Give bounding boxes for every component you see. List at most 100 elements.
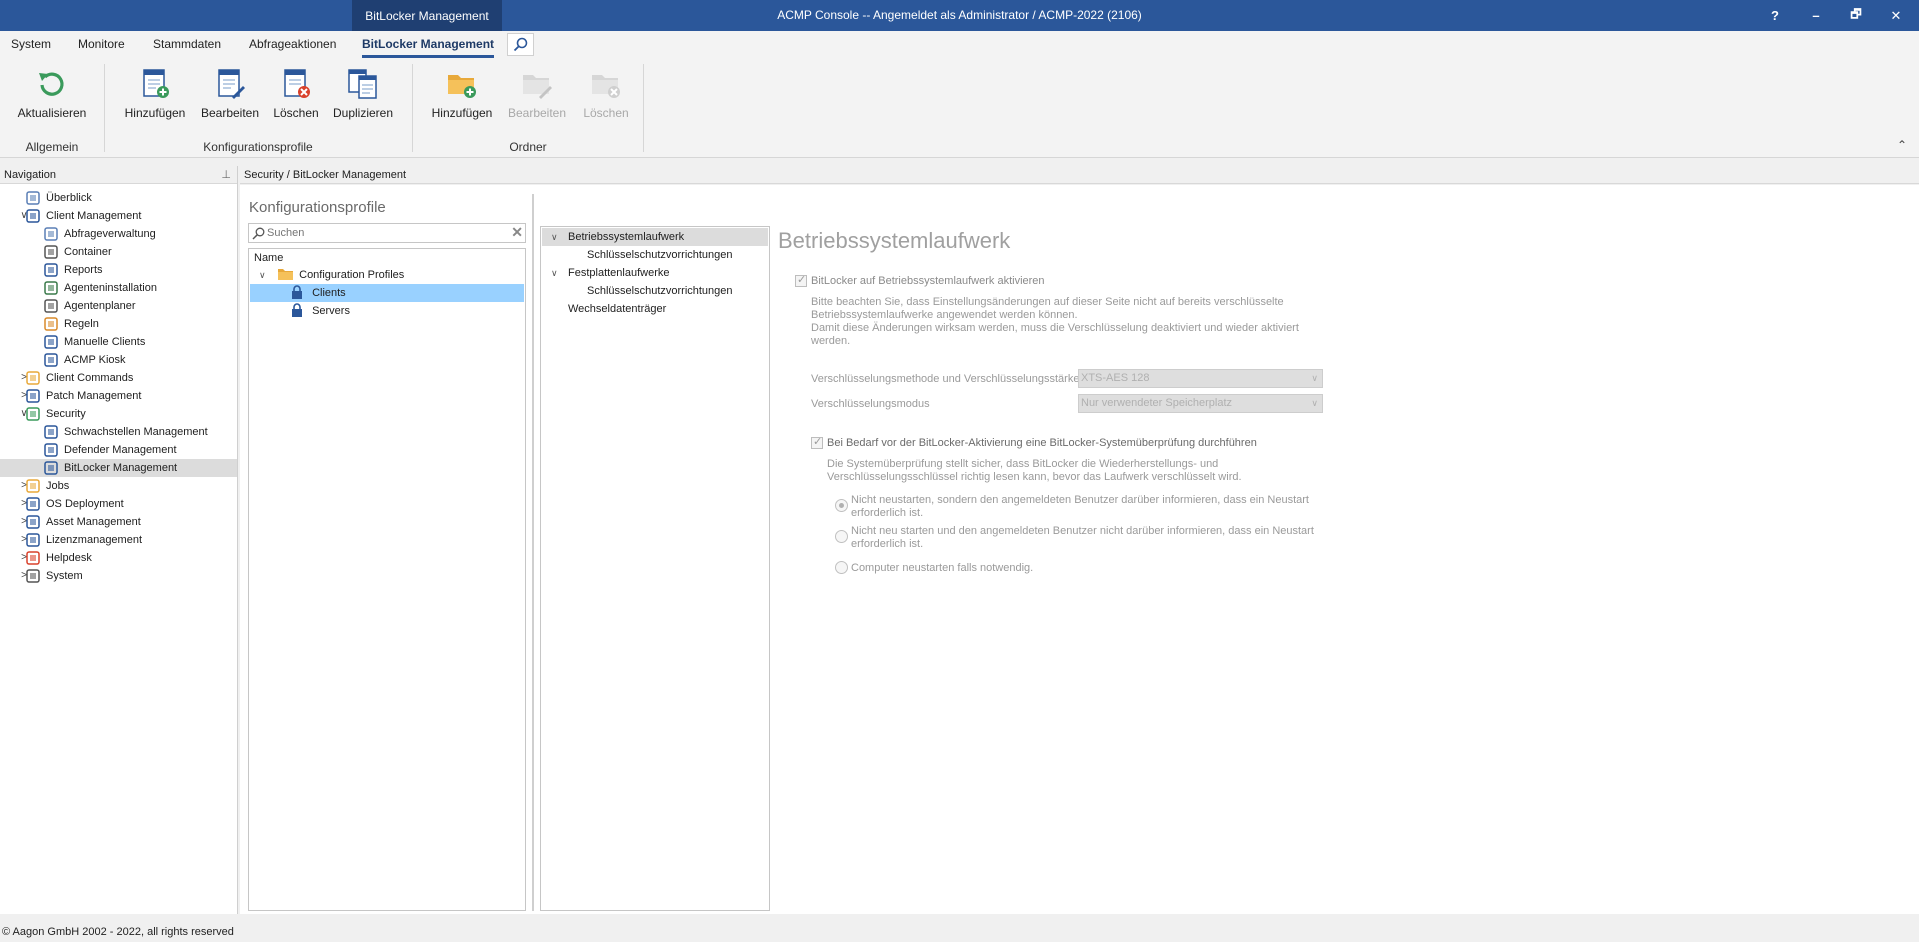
sidebar-item-label: Schwachstellen Management xyxy=(64,426,208,438)
sidebar-item-asset-management[interactable]: > Asset Management xyxy=(21,513,141,531)
tree-item-configuration-profiles[interactable]: ∨ Configuration Profiles xyxy=(259,266,404,284)
chevron-down-icon[interactable]: ∨ xyxy=(551,264,568,282)
ribbon-search-button[interactable] xyxy=(507,33,534,56)
sidebar-item-label: Client Management xyxy=(46,210,142,222)
sidebar-item-os-deployment[interactable]: > OS Deployment xyxy=(21,495,124,513)
settings-item-festplattenlaufwerke[interactable]: ∨ Festplattenlaufwerke xyxy=(551,264,670,282)
sidebar-item-helpdesk[interactable]: > Helpdesk xyxy=(21,549,92,567)
profile-search-box[interactable]: ✕ xyxy=(248,223,526,243)
radio-restart-if-needed[interactable] xyxy=(835,561,848,574)
sidebar-item-acmp-kiosk[interactable]: ACMP Kiosk xyxy=(44,351,126,369)
profiles-tree: Name ∨ Configuration Profiles Clients Se… xyxy=(248,248,526,911)
sidebar-item-label: Agenteninstallation xyxy=(64,282,157,294)
duplicate-icon xyxy=(347,68,379,100)
radio-no-restart-no-inform[interactable] xyxy=(835,530,848,543)
help-button[interactable]: ? xyxy=(1755,0,1795,31)
enable-bitlocker-label: BitLocker auf Betriebssystemlaufwerk akt… xyxy=(811,275,1045,287)
sidebar-item-abfrageverwaltung[interactable]: Abfrageverwaltung xyxy=(44,225,156,243)
tree-item-label: Configuration Profiles xyxy=(299,269,405,281)
container-icon xyxy=(44,245,58,259)
settings-item-wechseldatentraeger[interactable]: Wechseldatenträger xyxy=(568,300,666,318)
folder-icon xyxy=(278,269,294,280)
close-button[interactable]: ✕ xyxy=(1876,0,1916,31)
note-text: Bitte beachten Sie, dass Einstellungsänd… xyxy=(811,296,1299,348)
settings-item-betriebssystemlaufwerk[interactable]: ∨ Betriebssystemlaufwerk xyxy=(551,228,684,246)
menu-tabs: System Monitore Stammdaten Abfrageaktion… xyxy=(0,31,1919,58)
profile-add-label: Hinzufügen xyxy=(124,106,186,120)
sidebar-item-agentenplaner[interactable]: Agentenplaner xyxy=(44,297,136,315)
collapse-ribbon-button[interactable]: ⌃ xyxy=(1897,138,1907,152)
search-input[interactable] xyxy=(267,225,505,241)
sidebar-item-client-commands[interactable]: > Client Commands xyxy=(21,369,134,387)
restore-button[interactable]: 🗗 xyxy=(1836,0,1876,31)
sidebar-item-system[interactable]: > System xyxy=(21,567,83,585)
chevron-down-icon[interactable]: ∨ xyxy=(551,228,568,246)
radio-no-restart-inform-label: Nicht neustarten, sondern den angemeldet… xyxy=(851,494,1309,520)
sidebar-item-client-management[interactable]: ∨ Client Management xyxy=(20,207,142,225)
ribbon-separator xyxy=(104,64,105,152)
sidebar-item-überblick[interactable]: Überblick xyxy=(26,189,92,207)
radio-no-restart-inform[interactable] xyxy=(835,499,848,512)
sidebar-item-regeln[interactable]: Regeln xyxy=(44,315,99,333)
clear-search-icon[interactable]: ✕ xyxy=(511,224,523,241)
sidebar-item-manuelle-clients[interactable]: Manuelle Clients xyxy=(44,333,145,351)
chevron-down-icon[interactable]: ∨ xyxy=(259,266,271,284)
profile-delete-button[interactable]: Löschen xyxy=(268,68,324,128)
lock-icon xyxy=(44,461,58,475)
sidebar-item-lizenzmanagement[interactable]: > Lizenzmanagement xyxy=(21,531,142,549)
sidebar-item-schwachstellen-management[interactable]: Schwachstellen Management xyxy=(44,423,208,441)
defender-icon xyxy=(44,443,58,457)
sidebar-item-bitlocker-management[interactable]: BitLocker Management xyxy=(44,459,177,477)
tree-item-clients[interactable]: Clients xyxy=(291,284,346,302)
sidebar-item-patch-management[interactable]: > Patch Management xyxy=(21,387,141,405)
minimize-button[interactable]: – xyxy=(1796,0,1836,31)
sidebar-item-label: Abfrageverwaltung xyxy=(64,228,156,240)
tab-abfrageaktionen[interactable]: Abfrageaktionen xyxy=(249,31,336,58)
tab-system[interactable]: System xyxy=(11,31,51,58)
mode-label: Verschlüsselungsmodus xyxy=(811,398,930,410)
refresh-button[interactable]: Aktualisieren xyxy=(16,68,88,128)
profile-add-button[interactable]: Hinzufügen xyxy=(120,68,190,128)
system-icon xyxy=(26,569,40,583)
mode-select[interactable]: Nur verwendeter Speicherplatz ∨ xyxy=(1078,394,1323,413)
refresh-icon xyxy=(36,68,68,100)
sidebar-item-label: Container xyxy=(64,246,112,258)
sidebar-item-container[interactable]: Container xyxy=(44,243,112,261)
column-header-name[interactable]: Name xyxy=(254,252,283,264)
tab-monitore[interactable]: Monitore xyxy=(78,31,125,58)
group-label-folder: Ordner xyxy=(509,140,547,154)
sidebar-item-label: OS Deployment xyxy=(46,498,124,510)
enable-bitlocker-checkbox[interactable] xyxy=(795,273,807,287)
sidebar-item-defender-management[interactable]: Defender Management xyxy=(44,441,177,459)
status-bar: © Aagon GmbH 2002 - 2022, all rights res… xyxy=(0,922,1919,942)
method-select[interactable]: XTS-AES 128 ∨ xyxy=(1078,369,1323,388)
pin-icon[interactable]: ⊥ xyxy=(221,166,231,184)
detail-title: Betriebssystemlaufwerk xyxy=(778,228,1011,253)
settings-item-schluesselschutz-os[interactable]: Schlüsselschutzvorrichtungen xyxy=(587,246,733,264)
sidebar-item-label: ACMP Kiosk xyxy=(64,354,126,366)
sidebar-item-reports[interactable]: Reports xyxy=(44,261,103,279)
sidebar-item-label: Helpdesk xyxy=(46,552,92,564)
sidebar-item-label: Client Commands xyxy=(46,372,134,384)
folder-add-button[interactable]: Hinzufügen xyxy=(428,68,496,128)
tab-bitlocker-management[interactable]: BitLocker Management xyxy=(362,31,495,58)
os-deploy-icon xyxy=(26,497,40,511)
monitor-icon xyxy=(26,209,40,223)
folder-edit-button[interactable]: Bearbeiten xyxy=(502,68,572,128)
tab-stammdaten[interactable]: Stammdaten xyxy=(153,31,221,58)
folder-delete-button[interactable]: Löschen xyxy=(578,68,634,128)
tree-item-servers[interactable]: Servers xyxy=(291,302,350,320)
pane-splitter[interactable] xyxy=(532,194,534,911)
folder-delete-label: Löschen xyxy=(583,106,629,120)
system-check-checkbox[interactable] xyxy=(811,435,823,449)
radio-no-restart-no-inform-label: Nicht neu starten und den angemeldeten B… xyxy=(851,525,1314,551)
radio-label-line: erforderlich ist. xyxy=(851,507,924,519)
profile-duplicate-button[interactable]: Duplizieren xyxy=(330,68,396,128)
sidebar-item-security[interactable]: ∨ Security xyxy=(20,405,86,423)
navigation-title: Navigation xyxy=(4,169,56,181)
sidebar-item-jobs[interactable]: > Jobs xyxy=(21,477,69,495)
sidebar-item-agenteninstallation[interactable]: Agenteninstallation xyxy=(44,279,157,297)
context-tab-bitlocker[interactable]: BitLocker Management xyxy=(352,0,502,31)
settings-item-schluesselschutz-fixed[interactable]: Schlüsselschutzvorrichtungen xyxy=(587,282,733,300)
profile-edit-button[interactable]: Bearbeiten xyxy=(196,68,264,128)
